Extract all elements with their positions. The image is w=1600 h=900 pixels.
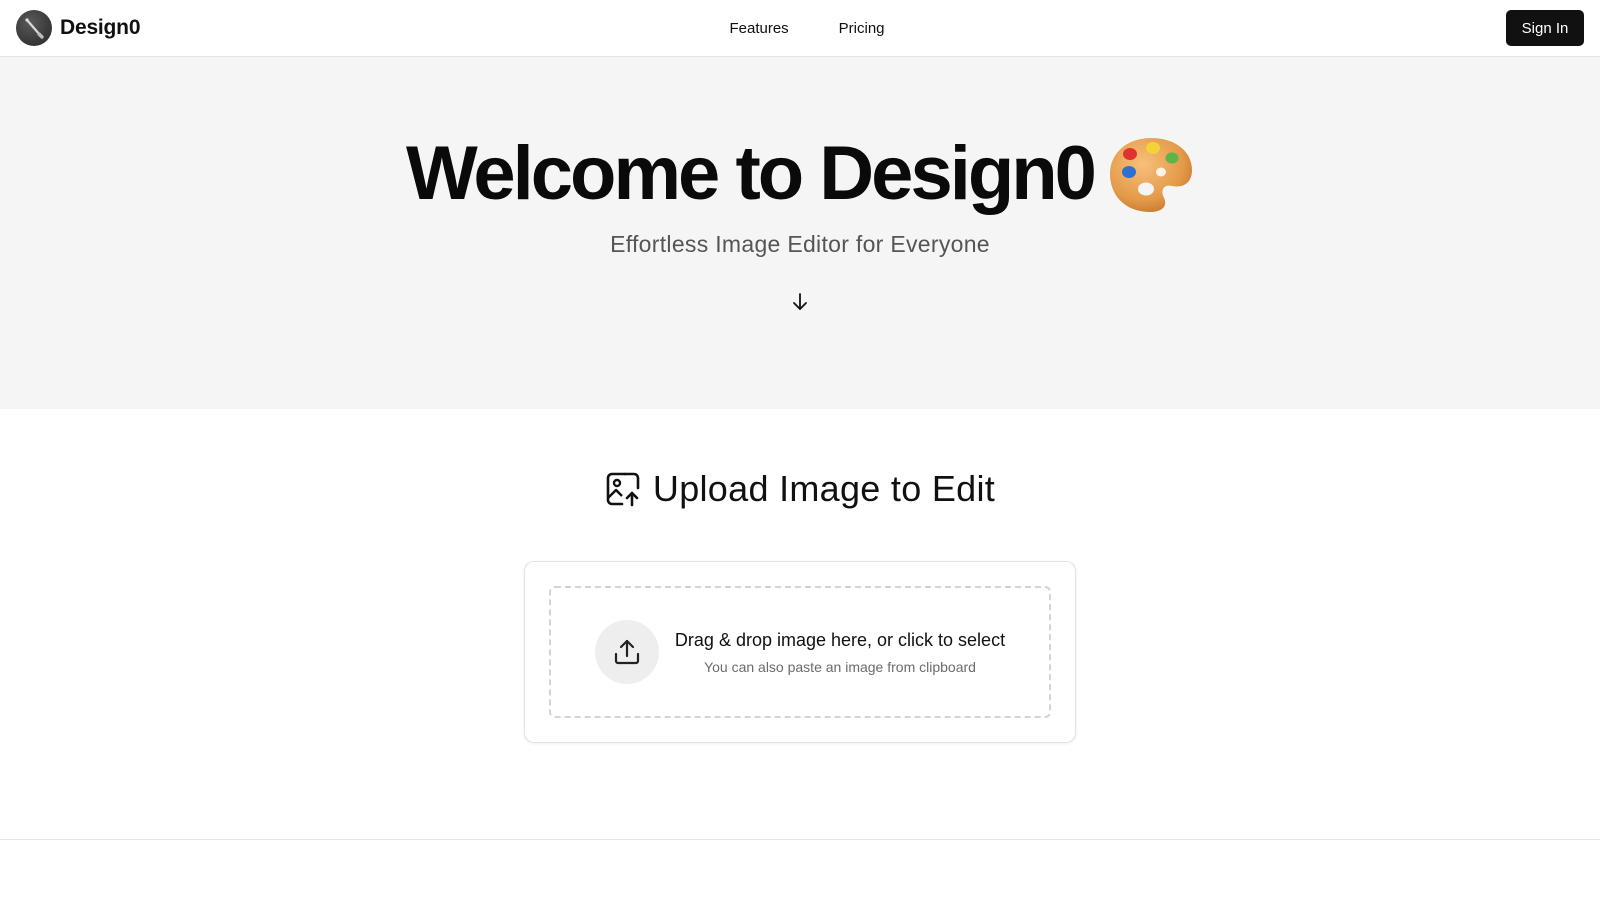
upload-icon bbox=[614, 639, 640, 665]
dropzone-text: Drag & drop image here, or click to sele… bbox=[675, 630, 1005, 675]
hero-section: Welcome to Design0 Effortless Image Edit… bbox=[0, 57, 1600, 409]
upload-icon-circle bbox=[594, 620, 659, 684]
top-navbar: Design0 Features Pricing Sign In bbox=[0, 0, 1600, 57]
upload-card: Drag & drop image here, or click to sele… bbox=[524, 561, 1076, 743]
brand-name: Design0 bbox=[60, 16, 141, 39]
main-nav: Features Pricing bbox=[0, 0, 1600, 56]
hero-subtitle: Effortless Image Editor for Everyone bbox=[610, 231, 990, 257]
arrow-down-icon[interactable] bbox=[790, 292, 810, 312]
nav-link-pricing[interactable]: Pricing bbox=[825, 20, 885, 37]
artist-palette-icon bbox=[1109, 138, 1192, 212]
image-dropzone[interactable]: Drag & drop image here, or click to sele… bbox=[549, 586, 1051, 718]
upload-heading-text: Upload Image to Edit bbox=[652, 468, 996, 509]
hero-title: Welcome to Design0 bbox=[406, 131, 1097, 216]
dropzone-title: Drag & drop image here, or click to sele… bbox=[674, 629, 1006, 650]
nav-link-features[interactable]: Features bbox=[715, 20, 788, 37]
brand-home-link[interactable]: Design0 bbox=[16, 10, 140, 46]
image-upload-icon bbox=[606, 472, 640, 507]
dropzone-hint: You can also paste an image from clipboa… bbox=[704, 658, 976, 675]
upload-heading: Upload Image to Edit bbox=[0, 468, 1600, 510]
brush-logo-icon bbox=[16, 10, 52, 46]
hero-title-row: Welcome to Design0 bbox=[0, 129, 1600, 219]
sign-in-button[interactable]: Sign In bbox=[1506, 10, 1584, 46]
footer-divider bbox=[0, 839, 1600, 840]
